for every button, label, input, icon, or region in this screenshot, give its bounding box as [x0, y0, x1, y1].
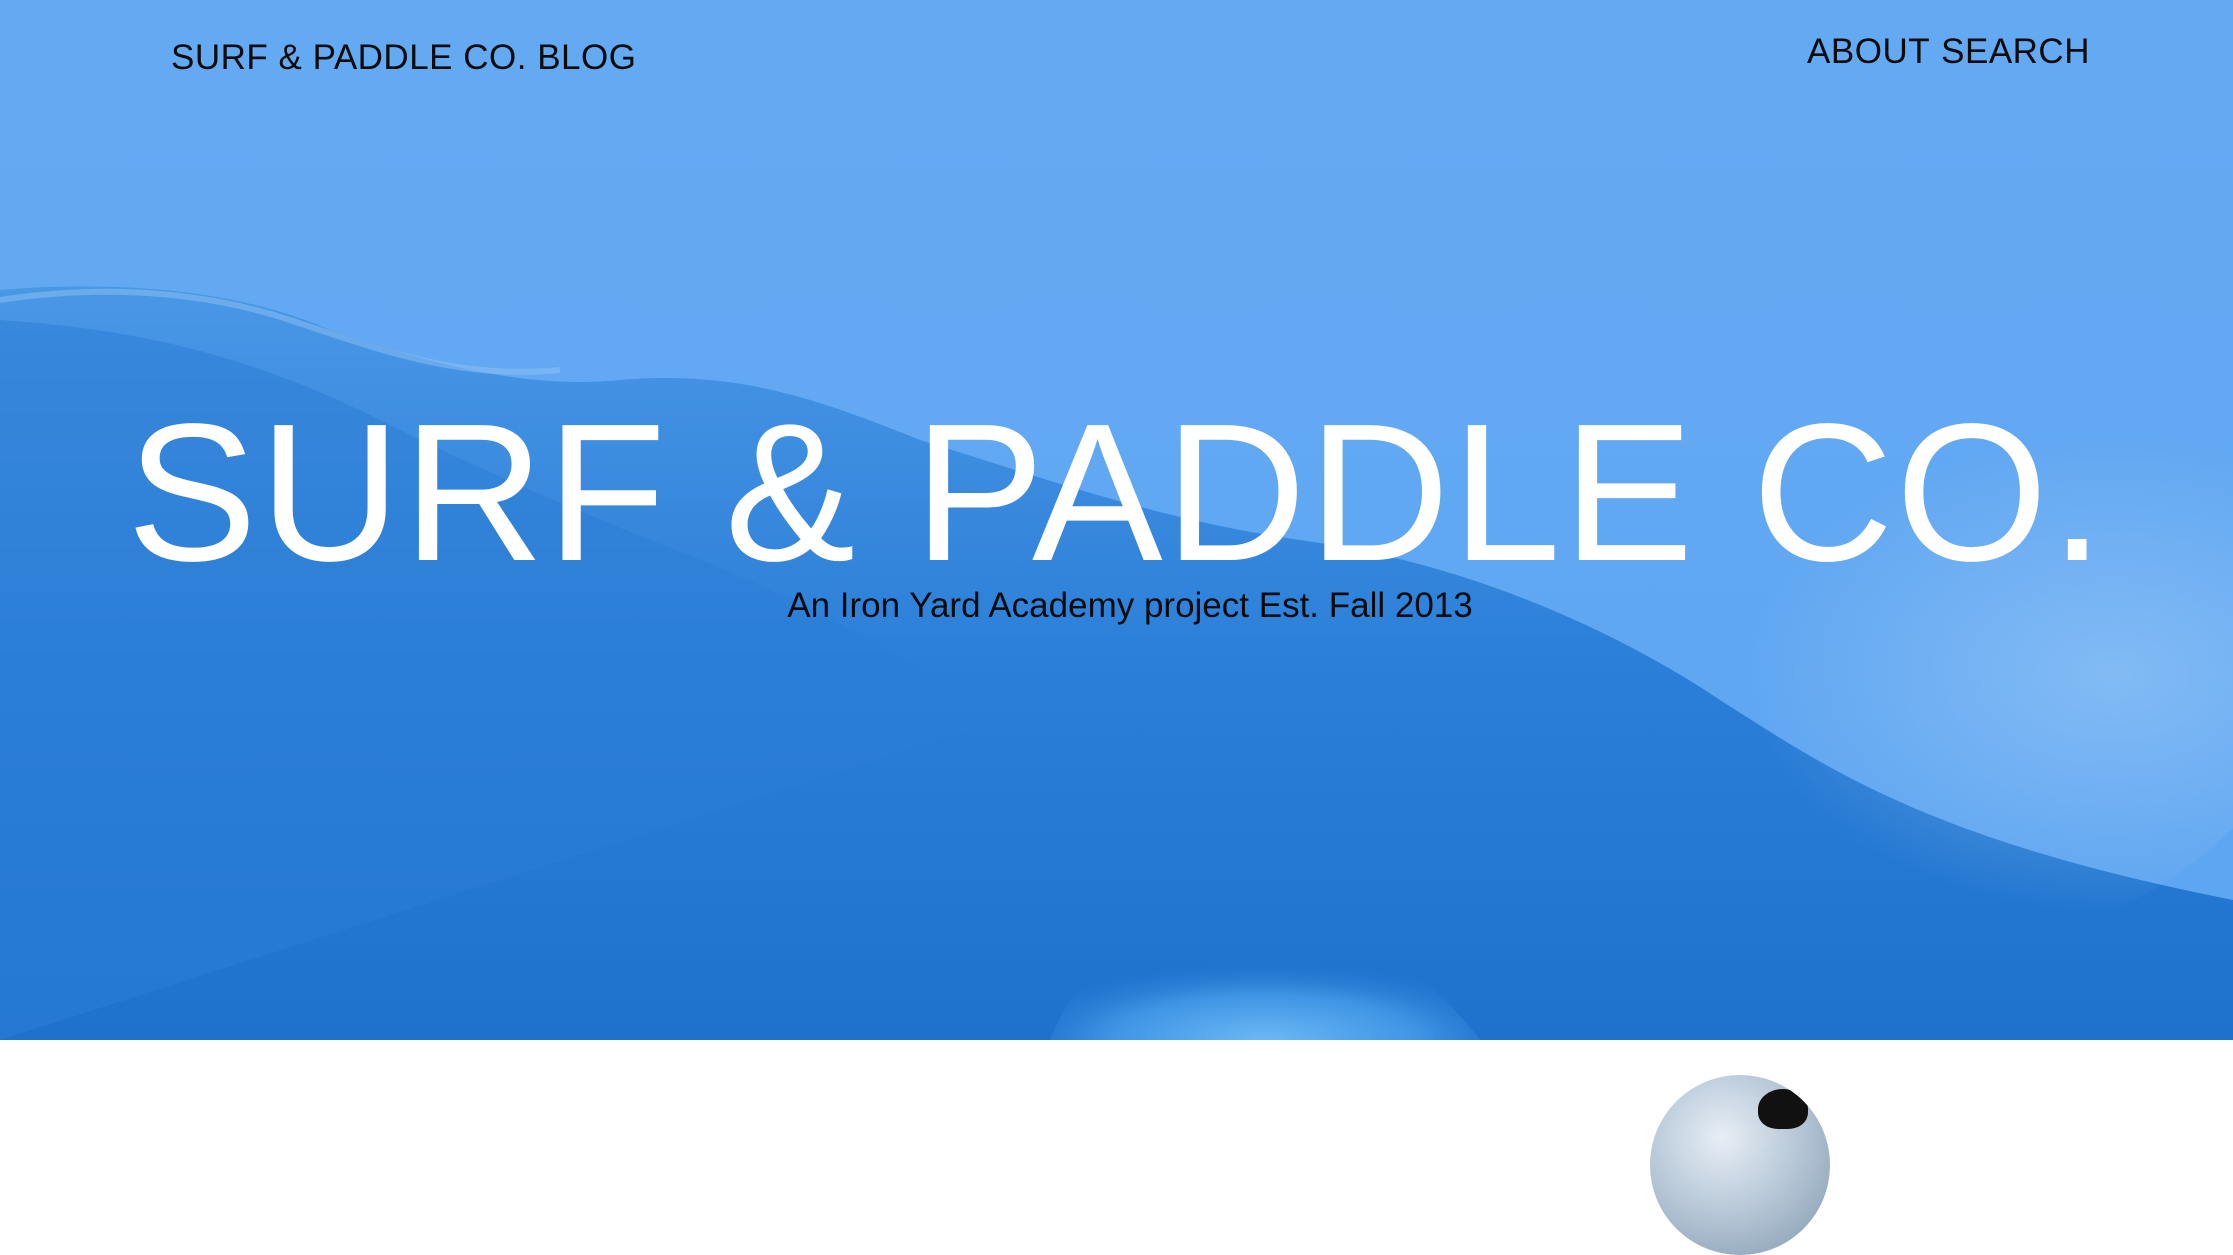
hero-title: SURF & PADDLE CO. — [126, 383, 2107, 602]
content-area — [0, 1040, 2233, 1099]
site-title-link[interactable]: SURF & PADDLE CO. BLOG — [171, 38, 636, 78]
author-avatar-icon[interactable] — [1650, 1075, 1830, 1255]
hero-banner: SURF & PADDLE CO. BLOG ABOUT SEARCH SURF … — [0, 0, 2233, 1040]
avatar-figure — [1758, 1089, 1808, 1129]
hero-subtitle: An Iron Yard Academy project Est. Fall 2… — [787, 586, 1473, 625]
nav-search-link[interactable]: SEARCH — [1941, 32, 2090, 71]
top-nav: ABOUT SEARCH — [1807, 32, 2090, 72]
nav-about-link[interactable]: ABOUT — [1807, 32, 1930, 71]
